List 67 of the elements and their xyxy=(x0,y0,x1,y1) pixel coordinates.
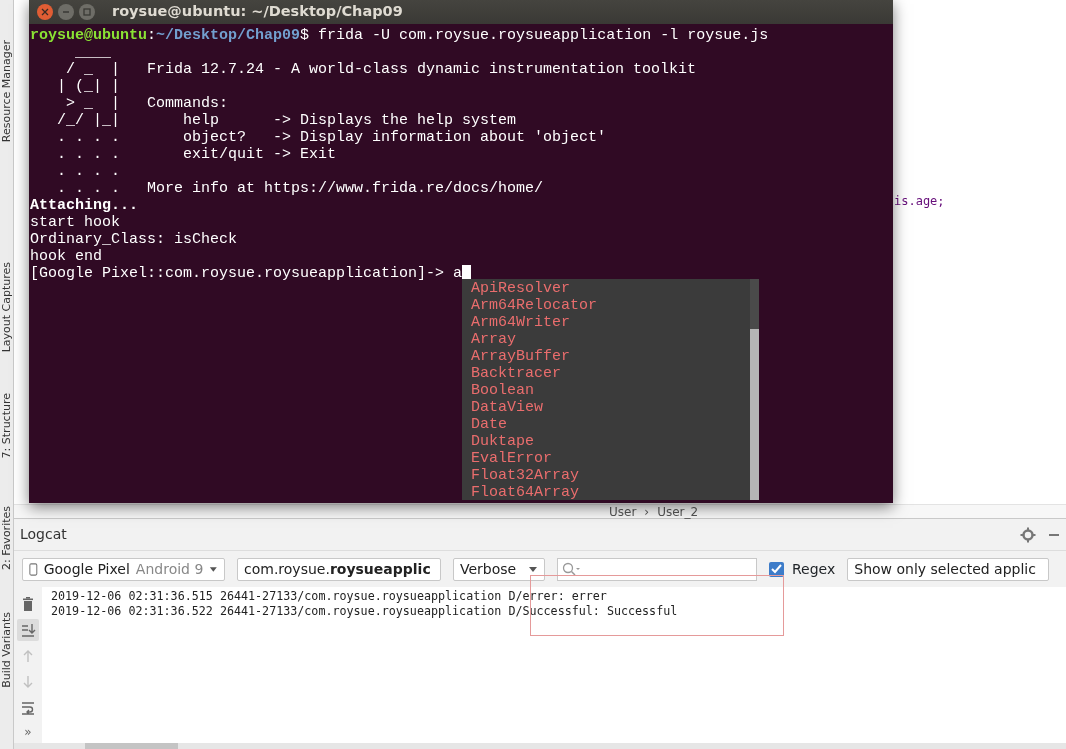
terminal-line: roysue@ubuntu:~/Desktop/Chap09$ frida -U com.roysue.roysueapplication -l roysue.js xyxy=(30,27,770,44)
device-dropdown[interactable]: Google Pixel Android 9 xyxy=(22,557,225,581)
log-message: D/Successful: Successful xyxy=(508,604,678,618)
more-button[interactable]: » xyxy=(24,723,32,741)
suggestion-item[interactable]: Float32Array xyxy=(471,467,750,484)
check-icon xyxy=(771,564,782,574)
caret-icon xyxy=(528,565,538,573)
suggestion-item[interactable]: Duktape xyxy=(471,433,750,450)
terminal-line: . . . . exit/quit -> Exit xyxy=(56,146,338,163)
suggestion-item[interactable]: Arm64Relocator xyxy=(471,297,750,314)
panel-title: Logcat xyxy=(20,525,67,544)
close-icon xyxy=(41,8,49,16)
scrollbar-thumb[interactable] xyxy=(750,329,759,500)
log-source: 2019-12-06 02:31:36.522 26441-27133/com.roysue.roysueapplication xyxy=(51,604,502,618)
scrollbar-thumb[interactable] xyxy=(85,743,178,749)
log-message: D/errer: errer xyxy=(508,589,607,603)
search-icon xyxy=(562,562,580,576)
code-text: is.age; xyxy=(894,194,945,208)
terminal-line: start hook xyxy=(30,214,121,231)
regex-checkbox[interactable]: Regex xyxy=(769,558,836,580)
window-title: roysue@ubuntu: ~/Desktop/Chap09 xyxy=(112,2,403,22)
soft-wrap-icon[interactable] xyxy=(20,700,36,716)
breadcrumb-separator: › xyxy=(644,504,650,519)
minimize-icon xyxy=(62,8,70,16)
side-tab[interactable]: Resource Manager xyxy=(0,40,13,143)
terminal-line: ____ xyxy=(74,44,112,61)
trash-icon[interactable] xyxy=(20,596,36,612)
breadcrumb-item[interactable]: User_2 xyxy=(657,504,699,519)
suggestion-item[interactable]: Backtracer xyxy=(471,365,750,382)
breadcrumb-item[interactable]: User xyxy=(609,504,637,519)
terminal-line: > _ | Commands: xyxy=(65,95,230,112)
terminal-line: Attaching... xyxy=(30,197,140,214)
phone-icon xyxy=(29,561,38,577)
log-source: 2019-12-06 02:31:36.515 26441-27133/com.roysue.roysueapplication xyxy=(51,589,502,603)
terminal-line: /_/ |_| help -> Displays the help system xyxy=(56,112,518,129)
maximize-button[interactable] xyxy=(79,4,95,20)
maximize-icon xyxy=(83,8,91,16)
terminal-line: . . . . xyxy=(56,163,121,180)
level-dropdown[interactable]: Verbose xyxy=(453,557,545,581)
terminal-line: hook end xyxy=(30,248,103,265)
suggestion-item[interactable]: EvalError xyxy=(471,450,750,467)
scroll-to-end-icon[interactable] xyxy=(20,622,36,638)
suggestion-item[interactable]: Date xyxy=(471,416,750,433)
terminal-line: . . . . More info at https://www.frida.re/docs/home/ xyxy=(56,180,545,197)
side-tab[interactable]: 7: Structure xyxy=(0,392,13,458)
close-button[interactable] xyxy=(37,4,53,20)
terminal-line: [Google Pixel::com.roysue.roysueapplication]-> a xyxy=(30,265,463,282)
terminal-line: | (_| | xyxy=(56,78,121,95)
suggestion-item[interactable]: Float64Array xyxy=(471,484,750,501)
minimize-button[interactable] xyxy=(58,4,74,20)
suggestion-item[interactable]: Boolean xyxy=(471,382,750,399)
terminal-line: / _ | Frida 12.7.24 - A world-class dynamic instrumentation toolkit xyxy=(65,61,698,78)
side-tab[interactable]: Layout Captures xyxy=(0,262,13,353)
settings-icon[interactable] xyxy=(1020,526,1036,543)
suggestion-item[interactable]: Arm64Writer xyxy=(471,314,750,331)
side-tab[interactable]: 2: Favorites xyxy=(0,505,13,570)
terminal-line: Ordinary_Class: isCheck xyxy=(30,231,239,248)
suggestion-item[interactable]: DataView xyxy=(471,399,750,416)
search-field[interactable] xyxy=(557,557,757,581)
side-tab[interactable]: Build Variants xyxy=(0,611,13,688)
caret-icon xyxy=(209,565,218,573)
terminal-line: . . . . object? -> Display information about 'object' xyxy=(56,129,608,146)
suggestion-item[interactable]: ArrayBuffer xyxy=(471,348,750,365)
suggestion-item[interactable]: Array xyxy=(471,331,750,348)
package-dropdown[interactable]: com.roysue.roysueapplic xyxy=(237,557,441,581)
filter-dropdown[interactable]: Show only selected applic xyxy=(847,557,1050,581)
suggestion-item[interactable]: ApiResolver xyxy=(471,280,750,297)
